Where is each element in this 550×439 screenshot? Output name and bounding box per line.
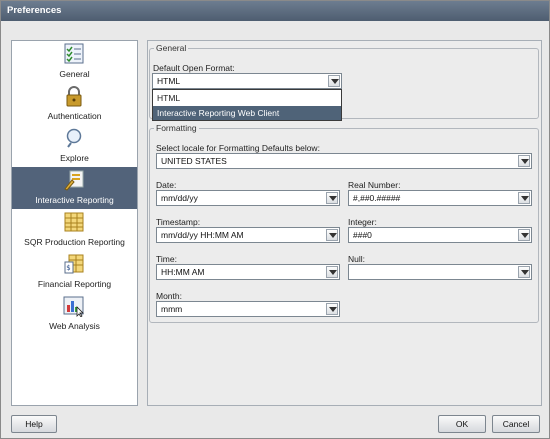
sidebar-item-authentication[interactable]: Authentication <box>12 83 137 125</box>
time-format-value: HH:MM AM <box>161 267 205 277</box>
integer-format-value: ###0 <box>353 230 372 240</box>
chevron-down-icon[interactable] <box>518 192 530 204</box>
date-format-select[interactable]: mm/dd/yy <box>156 190 340 206</box>
chevron-down-icon[interactable] <box>518 266 530 278</box>
sidebar-item-label: Authentication <box>47 111 102 121</box>
formatting-legend: Formatting <box>156 123 197 133</box>
checklist-icon <box>63 43 85 65</box>
timestamp-label: Timestamp: <box>156 217 201 227</box>
month-label: Month: <box>156 291 182 301</box>
null-label: Null: <box>348 254 366 264</box>
date-format-value: mm/dd/yy <box>161 193 198 203</box>
ok-button-label: OK <box>455 419 469 429</box>
real-number-format-value: #,##0.##### <box>353 193 401 203</box>
default-open-format-value: HTML <box>157 76 181 86</box>
padlock-icon <box>63 85 85 107</box>
sidebar-item-general[interactable]: General <box>12 41 137 83</box>
month-format-value: mmm <box>161 304 183 314</box>
sidebar-item-explore[interactable]: Explore <box>12 125 137 167</box>
chevron-down-icon[interactable] <box>518 229 530 241</box>
dropdown-option-html[interactable]: HTML <box>153 91 341 105</box>
chevron-down-icon[interactable] <box>518 155 530 167</box>
chevron-down-icon[interactable] <box>326 229 338 241</box>
category-sidebar: General Authentication Explore Interacti… <box>11 40 138 406</box>
help-button[interactable]: Help <box>11 415 57 433</box>
timestamp-format-value: mm/dd/yy HH:MM AM <box>161 230 244 240</box>
month-format-select[interactable]: mmm <box>156 301 340 317</box>
svg-text:$: $ <box>66 264 70 272</box>
default-open-format-select[interactable]: HTML <box>152 73 342 89</box>
date-label: Date: <box>156 180 177 190</box>
dropdown-option-interactive-reporting-web-client[interactable]: Interactive Reporting Web Client <box>153 106 341 120</box>
bar-chart-icon <box>63 295 85 318</box>
real-number-format-select[interactable]: #,##0.##### <box>348 190 532 206</box>
sidebar-item-label: General <box>59 69 90 79</box>
financial-report-icon: $ <box>63 253 85 275</box>
locale-value: UNITED STATES <box>161 156 227 166</box>
ok-button[interactable]: OK <box>438 415 486 433</box>
help-button-label: Help <box>25 419 43 429</box>
sidebar-item-sqr-production-reporting[interactable]: SQR Production Reporting <box>12 209 137 251</box>
general-legend: General <box>156 43 187 53</box>
default-open-format-dropdown: HTML Interactive Reporting Web Client <box>152 89 342 121</box>
real-number-label: Real Number: <box>348 180 401 190</box>
timestamp-format-select[interactable]: mm/dd/yy HH:MM AM <box>156 227 340 243</box>
cancel-button[interactable]: Cancel <box>492 415 540 433</box>
locale-select[interactable]: UNITED STATES <box>156 153 532 169</box>
default-open-format-label: Default Open Format: <box>153 63 235 73</box>
locale-label: Select locale for Formatting Defaults be… <box>156 143 320 153</box>
sidebar-item-label: Explore <box>60 153 89 163</box>
chevron-down-icon[interactable] <box>328 75 340 87</box>
sidebar-item-label: Web Analysis <box>49 321 100 331</box>
integer-label: Integer: <box>348 217 377 227</box>
sidebar-item-financial-reporting[interactable]: $ Financial Reporting <box>12 251 137 293</box>
time-label: Time: <box>156 254 177 264</box>
magnifier-icon <box>63 127 85 149</box>
sidebar-item-label: Financial Reporting <box>37 279 112 289</box>
cancel-button-label: Cancel <box>502 419 530 429</box>
time-format-select[interactable]: HH:MM AM <box>156 264 340 280</box>
integer-format-select[interactable]: ###0 <box>348 227 532 243</box>
chevron-down-icon[interactable] <box>326 192 338 204</box>
report-pen-icon <box>63 169 85 191</box>
sidebar-item-web-analysis[interactable]: Web Analysis <box>12 293 137 335</box>
sidebar-item-label: Interactive Reporting <box>35 195 114 205</box>
spreadsheet-icon <box>63 211 85 233</box>
chevron-down-icon[interactable] <box>326 266 338 278</box>
chevron-down-icon[interactable] <box>326 303 338 315</box>
window-title: Preferences <box>1 1 549 21</box>
sidebar-item-interactive-reporting[interactable]: Interactive Reporting <box>12 167 137 209</box>
null-format-select[interactable] <box>348 264 532 280</box>
preferences-window: Preferences General Authentication Explo… <box>0 0 550 439</box>
sidebar-item-label: SQR Production Reporting <box>24 237 125 247</box>
